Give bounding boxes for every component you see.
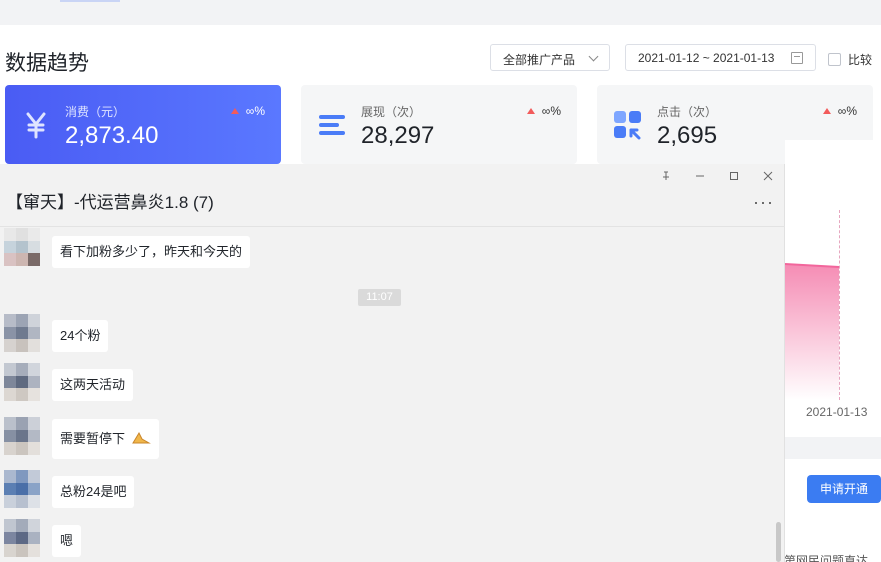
click-icon (614, 111, 641, 140)
chat-scrollbar[interactable] (776, 522, 781, 562)
chart-x-tick-label: 2021-01-13 (806, 405, 868, 419)
avatar[interactable] (4, 363, 40, 401)
time-divider: 11:07 (358, 289, 401, 306)
trend-value: ∞% (837, 104, 857, 118)
divider-band (785, 437, 881, 459)
trend-up-icon (230, 108, 239, 114)
trend-value: ∞% (541, 104, 561, 118)
chat-title: 【窜天】-代运营鼻炎1.8 (7) (6, 193, 214, 212)
compare-checkbox[interactable]: 比较 (828, 51, 872, 68)
avatar[interactable] (4, 417, 40, 455)
message-bubble[interactable]: 嗯 (52, 525, 82, 557)
top-tab-bar (0, 0, 881, 25)
product-dropdown-value: 全部推广产品 (503, 53, 576, 67)
metric-card-cost[interactable]: 消费（元） 2,873.40 ∞% (5, 85, 281, 164)
active-tab-indicator (60, 0, 120, 2)
compare-label: 比较 (848, 53, 873, 67)
trend-chart: 2021-01-13 (785, 140, 881, 437)
message-bubble[interactable]: 总粉24是吧 (52, 476, 135, 508)
avatar[interactable] (4, 314, 40, 352)
yuan-icon (26, 112, 46, 139)
avatar[interactable] (4, 228, 40, 266)
chart-area-fill (785, 263, 840, 400)
date-range-picker[interactable]: 2021-01-12 ~ 2021-01-13 (625, 44, 816, 71)
metric-trend: ∞% (230, 104, 265, 118)
metric-value: 2,873.40 (65, 122, 159, 149)
chevron-down-icon (588, 51, 599, 62)
metric-card-impressions[interactable]: 展现（次） 28,297 ∞% (301, 85, 577, 164)
section-title: 数据趋势 (5, 52, 89, 75)
message-bubble[interactable]: 24个粉 (52, 320, 109, 352)
clipped-text: 第网民问题直达 (784, 554, 869, 562)
checkbox-box[interactable] (828, 53, 841, 66)
avatar[interactable] (4, 470, 40, 508)
metric-label: 消费（元） (65, 105, 126, 119)
metric-value: 28,297 (361, 122, 435, 149)
chart-hover-line (839, 210, 840, 400)
minimize-icon[interactable] (695, 170, 705, 184)
apply-button[interactable]: 申请开通 (807, 475, 881, 503)
metric-value: 2,695 (657, 122, 718, 149)
date-range-value: 2021-01-12 ~ 2021-01-13 (638, 51, 775, 65)
praying-hands-icon (131, 431, 151, 444)
trend-up-icon (822, 108, 831, 114)
message-bubble[interactable]: 需要暂停下 (52, 419, 159, 459)
chat-header-divider (0, 226, 785, 227)
more-icon[interactable]: ··· (753, 193, 774, 211)
close-icon[interactable] (763, 170, 773, 184)
calendar-icon (791, 52, 803, 64)
metric-trend: ∞% (822, 104, 857, 118)
avatar[interactable] (4, 519, 40, 557)
list-icon (319, 115, 345, 135)
message-text: 需要暂停下 (60, 431, 126, 446)
trend-up-icon (526, 108, 535, 114)
pin-icon[interactable] (661, 170, 671, 184)
message-bubble[interactable]: 这两天活动 (52, 369, 134, 401)
chat-window: 【窜天】-代运营鼻炎1.8 (7) ··· 看下加粉多少了，昨天和今天的 11:… (0, 164, 785, 562)
trend-value: ∞% (245, 104, 265, 118)
metric-label: 点击（次） (657, 105, 718, 119)
message-bubble[interactable]: 看下加粉多少了，昨天和今天的 (52, 236, 251, 268)
metric-trend: ∞% (526, 104, 561, 118)
product-dropdown[interactable]: 全部推广产品 (490, 44, 610, 71)
metric-label: 展现（次） (361, 105, 422, 119)
maximize-icon[interactable] (729, 170, 739, 184)
